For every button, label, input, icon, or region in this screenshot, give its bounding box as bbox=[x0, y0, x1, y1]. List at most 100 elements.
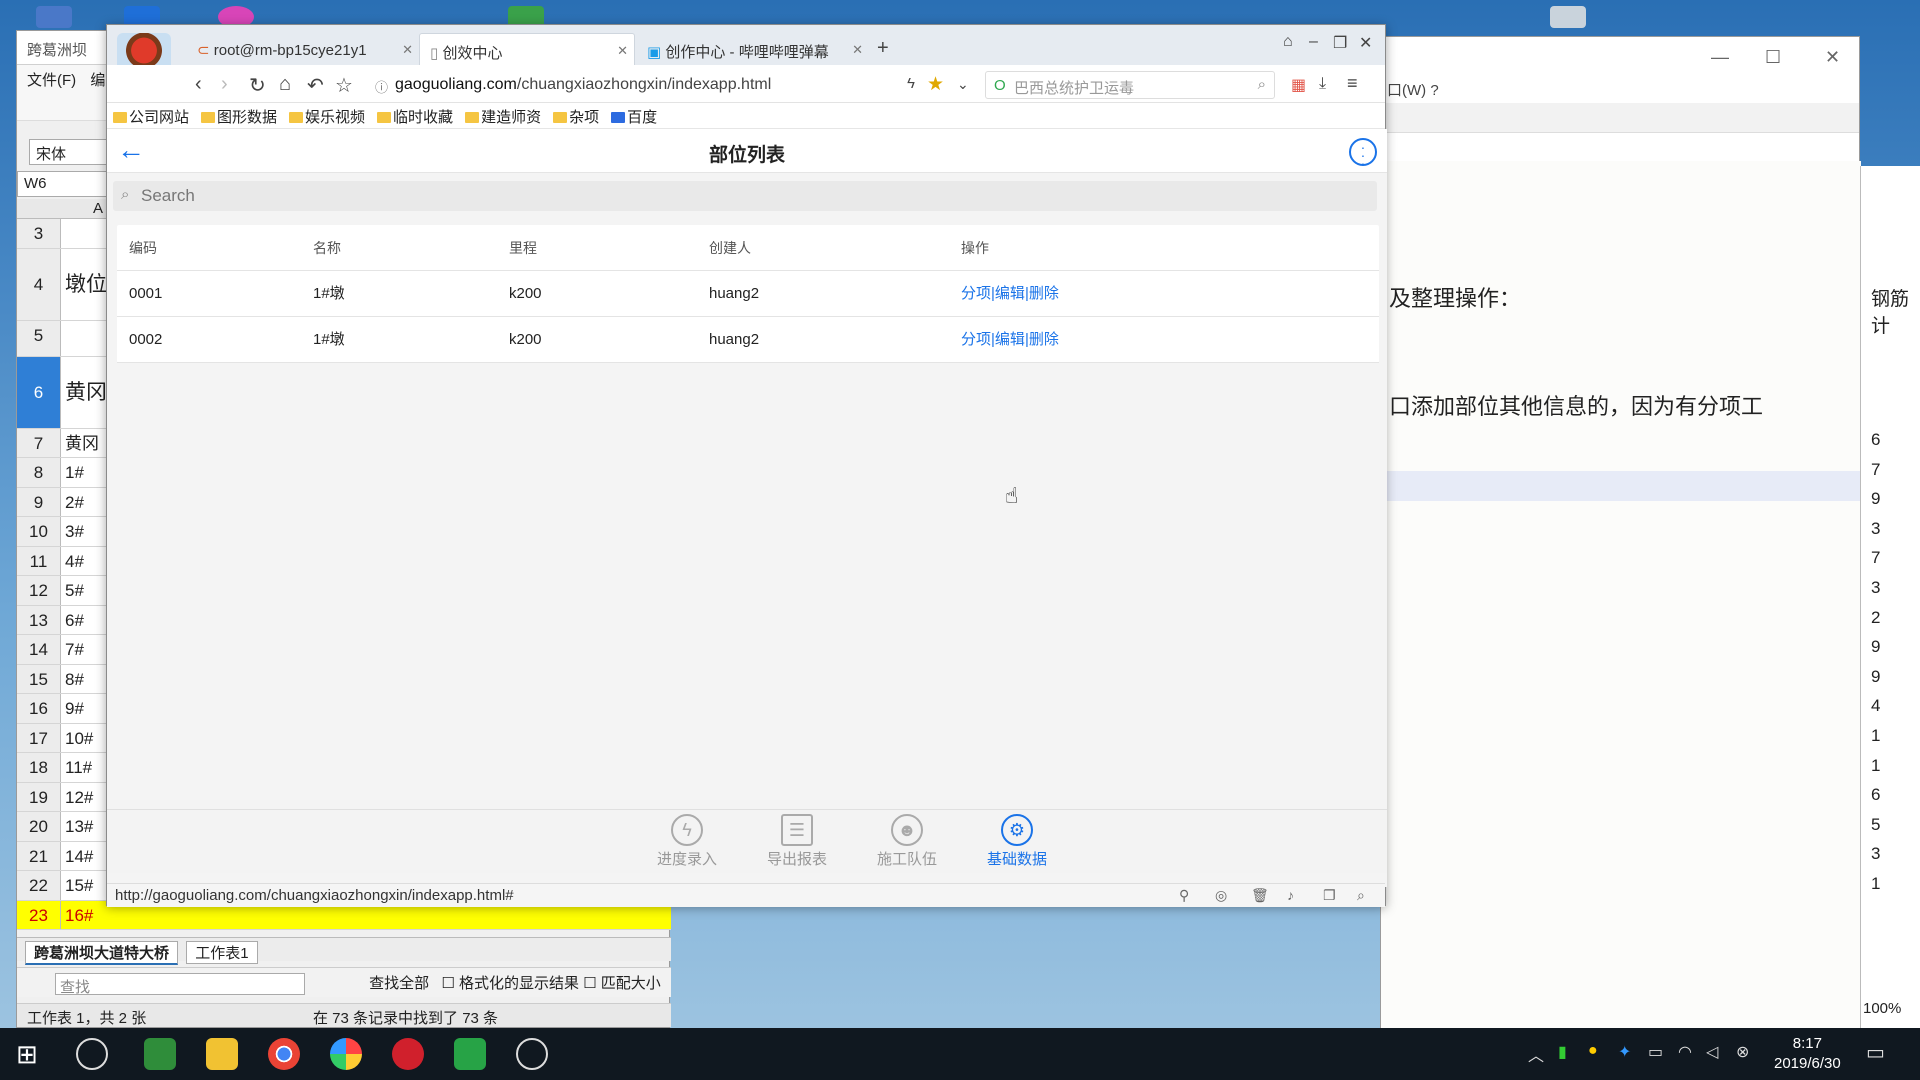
menu-icon[interactable]: ≡ bbox=[1347, 73, 1358, 94]
row-number[interactable]: 18 bbox=[17, 753, 61, 782]
sheet-tab-bridge[interactable]: 跨葛洲坝大道特大桥 bbox=[25, 941, 179, 965]
row-number[interactable]: 20 bbox=[17, 812, 61, 841]
row-number[interactable]: 17 bbox=[17, 723, 61, 752]
close-button[interactable]: ✕ bbox=[1359, 33, 1372, 53]
chevron-down-icon[interactable]: ⌄ bbox=[957, 76, 969, 93]
row-number[interactable]: 13 bbox=[17, 605, 61, 634]
tray-app-icon[interactable]: ● bbox=[1588, 1042, 1598, 1060]
cell-a[interactable]: 9# bbox=[65, 694, 84, 723]
pin-icon[interactable]: ⚲ bbox=[1179, 887, 1189, 904]
document-menu[interactable]: 口(W) ? bbox=[1381, 77, 1859, 103]
wifi-icon[interactable]: ◠ bbox=[1678, 1042, 1692, 1062]
tray-chevron-icon[interactable]: ︿ bbox=[1528, 1042, 1544, 1066]
row-number[interactable]: 3 bbox=[17, 219, 61, 248]
delete-link[interactable]: 删除 bbox=[1029, 285, 1059, 302]
close-tab-icon[interactable]: ✕ bbox=[402, 42, 413, 58]
close-button[interactable]: ✕ bbox=[1825, 47, 1840, 68]
cell-a[interactable]: 3# bbox=[65, 517, 84, 546]
bookmark-item[interactable]: 公司网站 bbox=[113, 106, 189, 127]
row-number[interactable]: 21 bbox=[17, 841, 61, 870]
browser-app-icon[interactable] bbox=[330, 1038, 362, 1070]
forward-icon[interactable]: › bbox=[221, 73, 228, 96]
undo-close-icon[interactable]: ↶ bbox=[307, 73, 324, 98]
column-a-label[interactable]: A bbox=[93, 200, 103, 217]
page-info-icon[interactable]: ⓘ bbox=[375, 77, 388, 96]
trash-icon[interactable]: 🗑 bbox=[1251, 887, 1269, 904]
menu-file[interactable]: 文件(F) bbox=[27, 72, 76, 89]
row-number[interactable]: 10 bbox=[17, 517, 61, 546]
bookmark-item[interactable]: 建造师资 bbox=[465, 106, 541, 127]
minimize-button[interactable]: – bbox=[1309, 33, 1318, 51]
find-all-button[interactable]: 查找全部 bbox=[369, 975, 429, 992]
netease-music-icon[interactable] bbox=[392, 1038, 424, 1070]
bookmark-star-icon[interactable]: ★ bbox=[927, 73, 944, 96]
split-link[interactable]: 分项 bbox=[961, 331, 991, 348]
cell-a[interactable]: 墩位 bbox=[65, 249, 107, 321]
cell-a[interactable]: 13# bbox=[65, 812, 93, 841]
row-number[interactable]: 22 bbox=[17, 871, 61, 900]
nav-item-3[interactable]: ⚙ 基础数据 bbox=[977, 814, 1057, 869]
bookmark-item[interactable]: 百度 bbox=[611, 106, 657, 127]
edit-link[interactable]: 编辑 bbox=[995, 331, 1025, 348]
row-number[interactable]: 12 bbox=[17, 576, 61, 605]
cell-a[interactable]: 10# bbox=[65, 724, 93, 753]
apps-icon[interactable]: ▦ bbox=[1291, 75, 1306, 95]
zoom-level[interactable]: 100% bbox=[1863, 1000, 1901, 1017]
row-number[interactable]: 5 bbox=[17, 320, 61, 356]
obs-icon[interactable] bbox=[516, 1038, 548, 1070]
zoom-icon[interactable]: ⌕ bbox=[1357, 887, 1365, 904]
cell-a[interactable]: 16# bbox=[65, 901, 93, 930]
window-icon[interactable]: ❐ bbox=[1323, 887, 1336, 904]
delete-link[interactable]: 删除 bbox=[1029, 331, 1059, 348]
row-number[interactable]: 9 bbox=[17, 487, 61, 516]
row-number[interactable]: 7 bbox=[17, 428, 61, 457]
recycle-bin-icon[interactable] bbox=[1550, 6, 1586, 28]
file-explorer-icon[interactable] bbox=[206, 1038, 238, 1070]
nav-item-1[interactable]: ☰ 导出报表 bbox=[757, 814, 837, 869]
cell-a[interactable]: 5# bbox=[65, 576, 84, 605]
download-icon[interactable]: ⤓ bbox=[1319, 75, 1326, 93]
row-number[interactable]: 23 bbox=[17, 900, 61, 929]
cell-a[interactable]: 黄冈 bbox=[65, 429, 99, 458]
minimize-button[interactable]: — bbox=[1711, 47, 1729, 68]
cell-a[interactable]: 8# bbox=[65, 665, 84, 694]
row-number[interactable]: 16 bbox=[17, 694, 61, 723]
maximize-button[interactable]: ❐ bbox=[1333, 33, 1347, 53]
bookmark-item[interactable]: 临时收藏 bbox=[377, 106, 453, 127]
cortana-icon[interactable] bbox=[76, 1038, 108, 1070]
row-number[interactable]: 6 bbox=[17, 356, 61, 428]
split-link[interactable]: 分项 bbox=[961, 285, 991, 302]
menu-edit[interactable]: 编 bbox=[90, 72, 105, 89]
desktop-icon[interactable] bbox=[36, 6, 72, 28]
chrome-icon[interactable] bbox=[268, 1038, 300, 1070]
sheet-tab-sheet1[interactable]: 工作表1 bbox=[186, 941, 258, 964]
skin-icon[interactable]: ⌂ bbox=[1283, 33, 1293, 51]
row-number[interactable]: 19 bbox=[17, 782, 61, 811]
address-bar[interactable]: ⓘ gaoguoliang.com/chuangxiaozhongxin/ind… bbox=[369, 71, 1083, 99]
cell-a[interactable]: 11# bbox=[65, 753, 92, 782]
close-tab-icon[interactable]: ✕ bbox=[617, 43, 628, 59]
browser-search-box[interactable]: O 巴西总统护卫运毒 ⌕ bbox=[985, 71, 1275, 99]
row-number[interactable]: 14 bbox=[17, 635, 61, 664]
cell-a[interactable]: 2# bbox=[65, 488, 84, 517]
back-icon[interactable]: ‹ bbox=[195, 73, 202, 96]
cell-a[interactable]: 15# bbox=[65, 871, 93, 900]
cell-a[interactable]: 黄冈 bbox=[65, 357, 107, 429]
tray-app-icon[interactable]: ✦ bbox=[1618, 1042, 1631, 1062]
formatted-results-checkbox[interactable]: ☐ 格式化的显示结果 bbox=[441, 975, 579, 992]
maximize-button[interactable]: ☐ bbox=[1765, 47, 1781, 68]
nav-item-2[interactable]: ☻ 施工队伍 bbox=[867, 814, 947, 869]
edit-link[interactable]: 编辑 bbox=[995, 285, 1025, 302]
home-icon[interactable]: ⌂ bbox=[279, 73, 291, 96]
close-tab-icon[interactable]: ✕ bbox=[852, 42, 863, 58]
spreadsheet-app-icon[interactable] bbox=[144, 1038, 176, 1070]
cell-a[interactable]: 6# bbox=[65, 606, 84, 635]
battery-icon[interactable]: ▭ bbox=[1648, 1042, 1663, 1062]
bookmark-item[interactable]: 图形数据 bbox=[201, 106, 277, 127]
input-method-icon[interactable]: ⊗ bbox=[1736, 1042, 1749, 1062]
cell-a[interactable]: 12# bbox=[65, 783, 93, 812]
row-number[interactable]: 4 bbox=[17, 248, 61, 320]
find-input[interactable]: 查找 bbox=[55, 973, 305, 996]
search-icon[interactable]: ⌕ bbox=[1258, 76, 1266, 93]
document-app-icon[interactable] bbox=[454, 1038, 486, 1070]
